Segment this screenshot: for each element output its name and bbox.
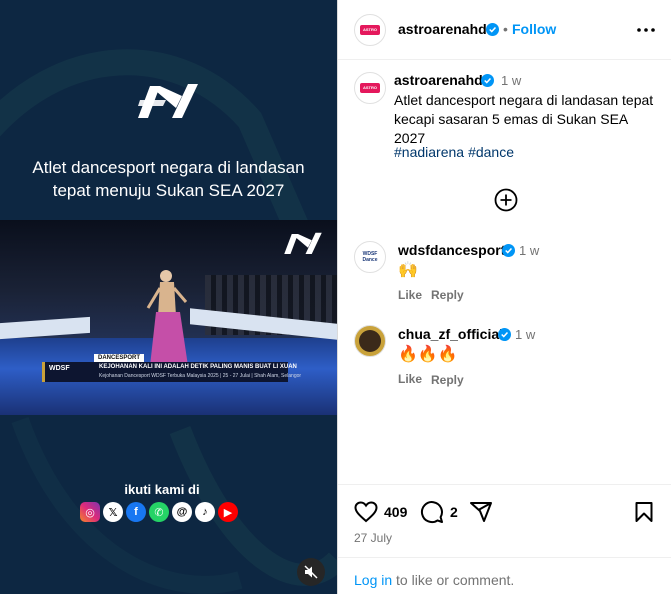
- hashtag-link[interactable]: #dance: [468, 144, 514, 160]
- facebook-icon: f: [126, 502, 146, 522]
- comment-avatar[interactable]: [354, 325, 386, 357]
- comment-text: 🙌: [398, 262, 418, 279]
- user-photo: [359, 330, 381, 352]
- comment-avatar[interactable]: WDSF Dance: [354, 241, 386, 273]
- astro-logo: ASTRO: [360, 83, 380, 93]
- astro-arena-logo: [138, 84, 198, 118]
- lower-third: DANCESPORT WDSF KEJOHANAN KALI INI ADALA…: [42, 354, 301, 386]
- comment-username[interactable]: wdsfdancesport: [398, 242, 505, 258]
- media-headline: Atlet dancesport negara di landasan tepa…: [10, 156, 327, 202]
- reply-button[interactable]: Reply: [431, 288, 464, 302]
- post-actions: 409 2 27 July Log in to like or comment.: [338, 484, 671, 594]
- separator-dot: •: [503, 21, 508, 37]
- lower-third-bar: WDSF KEJOHANAN KALI INI ADALAH DETIK PAL…: [42, 362, 301, 382]
- comment-time[interactable]: 1 w: [515, 327, 535, 342]
- caption-time[interactable]: 1 w: [501, 73, 521, 88]
- lower-third-tag: DANCESPORT: [94, 354, 145, 362]
- video-frame[interactable]: DANCESPORT WDSF KEJOHANAN KALI INI ADALA…: [0, 220, 337, 415]
- more-options-icon[interactable]: [636, 22, 656, 38]
- hashtag-link[interactable]: #nadiarena: [394, 144, 464, 160]
- comment-text: 🔥🔥🔥: [398, 346, 458, 363]
- reply-button[interactable]: Reply: [431, 373, 464, 387]
- comment-count[interactable]: 2: [450, 504, 458, 520]
- like-count[interactable]: 409: [384, 504, 407, 520]
- heart-icon[interactable]: [354, 500, 378, 524]
- like-comment-button[interactable]: Like: [398, 372, 422, 386]
- add-circle-icon[interactable]: [494, 188, 518, 212]
- login-link[interactable]: Log in: [354, 572, 392, 588]
- wdsf-logo: WDSF: [49, 365, 70, 372]
- lower-third-title: KEJOHANAN KALI INI ADALAH DETIK PALING M…: [99, 364, 297, 370]
- like-comment-button[interactable]: Like: [398, 288, 422, 302]
- follow-us-label: ikuti kami di: [124, 482, 200, 497]
- tiktok-icon: ♪: [195, 502, 215, 522]
- caption-avatar[interactable]: ASTRO: [354, 72, 386, 104]
- post-media[interactable]: Atlet dancesport negara di landasan tepa…: [0, 0, 337, 594]
- mute-button[interactable]: [297, 558, 325, 586]
- author-avatar[interactable]: ASTRO: [354, 14, 386, 46]
- comment-icon[interactable]: [420, 500, 444, 524]
- x-icon: 𝕏: [103, 502, 123, 522]
- post-date[interactable]: 27 July: [354, 531, 392, 545]
- post-header: ASTRO astroarenahd • Follow: [338, 0, 671, 60]
- hashtags: #nadiarena #dance: [394, 144, 518, 160]
- youtube-icon: ▶: [218, 502, 238, 522]
- author-username[interactable]: astroarenahd: [398, 21, 487, 37]
- caption-username[interactable]: astroarenahd: [394, 72, 483, 88]
- verified-badge-icon: [481, 74, 494, 87]
- social-icons: ◎ 𝕏 f ✆ @ ♪ ▶: [80, 502, 238, 522]
- lower-third-subtitle: Kejohanan Dancesport WDSF Terbuka Malays…: [99, 373, 302, 379]
- wdsf-avatar-logo: WDSF Dance: [362, 251, 378, 263]
- post-sidebar: ASTRO astroarenahd • Follow ASTRO astroa…: [337, 0, 671, 594]
- threads-icon: @: [172, 502, 192, 522]
- verified-badge-icon: [502, 244, 515, 257]
- speaker-muted-icon: [304, 565, 318, 579]
- comment-time[interactable]: 1 w: [519, 243, 539, 258]
- login-prompt: Log in to like or comment.: [354, 572, 514, 588]
- astro-logo: ASTRO: [360, 25, 380, 35]
- headline-line-2: tepat menuju Sukan SEA 2027: [52, 181, 285, 200]
- follow-button[interactable]: Follow: [512, 21, 556, 37]
- astro-arena-logo: [284, 232, 322, 254]
- caption-text: Atlet dancesport negara di landasan tepa…: [394, 92, 654, 146]
- share-icon[interactable]: [469, 500, 493, 524]
- login-suffix: to like or comment.: [392, 572, 515, 588]
- bookmark-icon[interactable]: [632, 500, 656, 524]
- headline-line-1: Atlet dancesport negara di landasan: [32, 158, 305, 177]
- comment-username[interactable]: chua_zf_official: [398, 326, 503, 342]
- whatsapp-icon: ✆: [149, 502, 169, 522]
- instagram-icon: ◎: [80, 502, 100, 522]
- verified-badge-icon: [498, 328, 511, 341]
- login-bar: Log in to like or comment.: [338, 557, 671, 594]
- verified-badge-icon: [486, 23, 499, 36]
